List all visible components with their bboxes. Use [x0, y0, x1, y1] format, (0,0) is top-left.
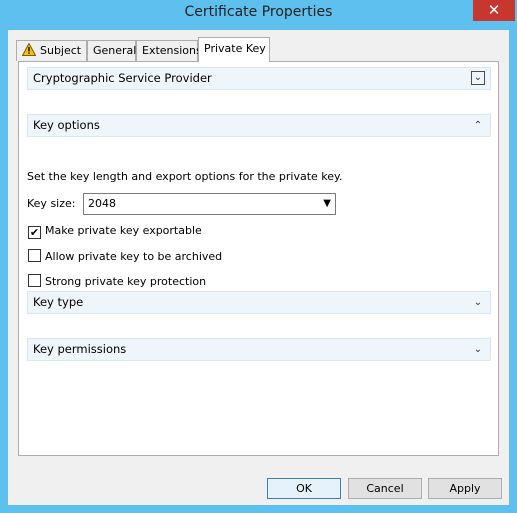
ok-button[interactable]: OK	[267, 478, 341, 499]
tab-private-key[interactable]: Private Key	[198, 37, 270, 62]
exportable-checkbox[interactable]: ✔	[28, 226, 41, 239]
cancel-button[interactable]: Cancel	[348, 478, 422, 499]
archive-label: Allow private key to be archived	[45, 250, 223, 263]
dropdown-arrow-icon[interactable]: ▼	[323, 194, 331, 214]
key-type-section-label: Key type	[33, 295, 84, 309]
warning-icon	[21, 42, 37, 62]
close-button[interactable]: ✕	[473, 0, 515, 21]
key-options-description: Set the key length and export options fo…	[27, 170, 343, 183]
key-size-label: Key size:	[27, 197, 76, 210]
dialog-client-area: Subject General Extensions Private Key C…	[8, 30, 509, 505]
private-key-panel: Cryptographic Service Provider ⌄ Key opt…	[18, 61, 499, 456]
tab-general[interactable]: General	[87, 40, 136, 61]
exportable-checkbox-row[interactable]: ✔ Make private key exportable	[28, 224, 202, 240]
key-type-section-header[interactable]: Key type ⌄	[27, 291, 491, 314]
chevron-down-icon[interactable]: ⌄	[471, 71, 485, 85]
strong-protection-checkbox[interactable]	[28, 274, 41, 287]
strong-protection-checkbox-row[interactable]: Strong private key protection	[28, 274, 206, 290]
csp-section-label: Cryptographic Service Provider	[33, 71, 212, 85]
key-permissions-section-label: Key permissions	[33, 342, 127, 356]
chevron-up-icon[interactable]: ⌃	[471, 115, 485, 136]
window-title: Certificate Properties	[184, 4, 333, 20]
tab-private-key-label: Private Key	[204, 42, 266, 55]
csp-section-header[interactable]: Cryptographic Service Provider ⌄	[27, 67, 491, 90]
tab-extensions-label: Extensions	[142, 44, 202, 57]
dialog-window: Certificate Properties ✕ Subject General…	[0, 0, 517, 513]
key-size-select[interactable]: 2048 ▼	[83, 193, 336, 215]
chevron-down-icon[interactable]: ⌄	[471, 292, 485, 313]
chevron-down-icon[interactable]: ⌄	[471, 339, 485, 360]
title-bar: Certificate Properties ✕	[0, 0, 517, 30]
strong-protection-label: Strong private key protection	[45, 275, 207, 288]
exportable-label: Make private key exportable	[45, 224, 202, 237]
tab-extensions[interactable]: Extensions	[136, 40, 202, 61]
archive-checkbox[interactable]	[28, 249, 41, 262]
key-size-value: 2048	[88, 197, 116, 210]
key-options-section-header[interactable]: Key options ⌃	[27, 114, 491, 137]
key-options-section-label: Key options	[33, 118, 100, 132]
tab-general-label: General	[93, 44, 137, 57]
apply-button[interactable]: Apply	[428, 478, 502, 499]
key-permissions-section-header[interactable]: Key permissions ⌄	[27, 338, 491, 361]
tab-subject[interactable]: Subject	[16, 40, 87, 61]
tab-subject-label: Subject	[40, 44, 82, 57]
archive-checkbox-row[interactable]: Allow private key to be archived	[28, 249, 222, 265]
